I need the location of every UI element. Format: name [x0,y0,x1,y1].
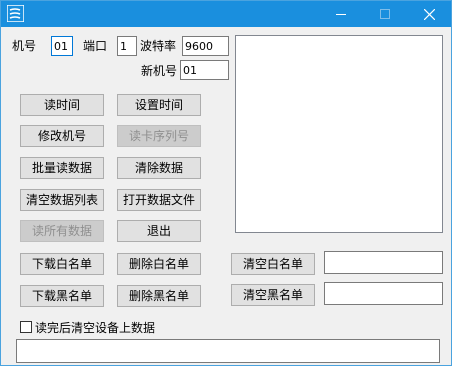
minimize-button[interactable] [319,1,363,27]
close-icon [423,8,435,20]
read-card-serial-button: 读卡序列号 [117,125,201,147]
set-time-button[interactable]: 设置时间 [117,94,201,116]
clear-after-read-checkbox[interactable] [20,321,32,333]
main-window: 机号 端口 波特率 新机号 读时间 设置时间 修改机号 读卡序列号 批量读数据 … [0,0,452,366]
baud-rate-input[interactable] [182,36,229,56]
change-machine-no-button[interactable]: 修改机号 [20,125,104,147]
new-machine-no-input[interactable] [180,60,229,80]
minimize-icon [336,14,346,15]
clear-after-read-option[interactable]: 读完后清空设备上数据 [20,319,155,335]
download-blacklist-button[interactable]: 下载黑名单 [20,285,104,307]
blacklist-input[interactable] [324,282,443,305]
clear-data-button[interactable]: 清除数据 [117,157,201,179]
exit-button[interactable]: 退出 [117,220,201,242]
title-bar[interactable] [1,1,451,27]
status-bar [16,339,440,363]
machine-no-input[interactable] [51,36,73,56]
delete-blacklist-button[interactable]: 删除黑名单 [117,285,201,307]
whitelist-input[interactable] [324,251,443,274]
maximize-icon [380,9,390,19]
maximize-button [363,1,407,27]
read-all-data-button: 读所有数据 [20,220,104,242]
download-whitelist-button[interactable]: 下载白名单 [20,253,104,275]
open-data-file-button[interactable]: 打开数据文件 [117,189,201,211]
machine-no-label: 机号 [12,39,37,53]
batch-read-button[interactable]: 批量读数据 [20,157,104,179]
delete-whitelist-button[interactable]: 删除白名单 [117,253,201,275]
read-time-button[interactable]: 读时间 [20,94,104,116]
port-label: 端口 [83,39,108,53]
clear-after-read-label: 读完后清空设备上数据 [35,320,156,335]
clear-data-list-button[interactable]: 清空数据列表 [20,189,104,211]
new-machine-no-label: 新机号 [141,64,178,78]
baud-rate-label: 波特率 [140,39,177,53]
port-input[interactable] [117,36,137,56]
close-button[interactable] [407,1,451,27]
app-logo-icon [7,5,24,22]
clear-whitelist-button[interactable]: 清空白名单 [231,253,315,275]
clear-blacklist-button[interactable]: 清空黑名单 [231,284,315,306]
data-listbox[interactable] [235,35,443,233]
